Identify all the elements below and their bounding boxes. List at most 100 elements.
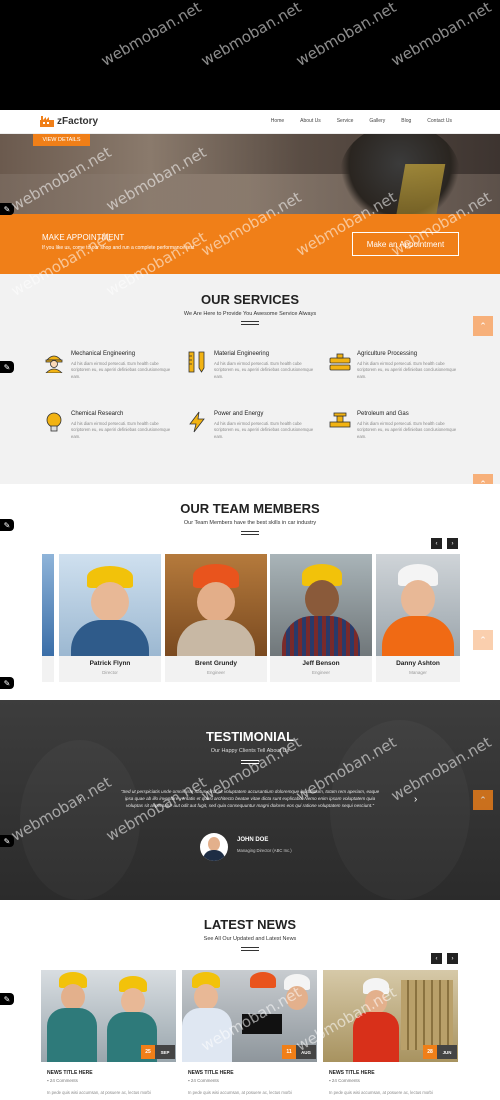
news-comments: ▪ 24 Comments: [329, 1078, 360, 1083]
section-divider: [241, 947, 259, 951]
testimonial-prev-icon[interactable]: ‹: [79, 794, 82, 805]
news-subtitle: See All Our Updated and Latest News: [203, 936, 297, 942]
news-image: 11 AUG: [182, 970, 317, 1062]
news-excerpt: In pede quis wisi accumsan, at posuere a…: [188, 1090, 292, 1095]
member-role: Engineer: [311, 670, 330, 675]
news-date-badge: 25 SEP: [141, 1045, 175, 1059]
navbar: zFactory Home About Us Service Gallery B…: [0, 110, 500, 134]
news-comments: ▪ 24 Comments: [47, 1078, 78, 1083]
section-divider: [241, 531, 259, 535]
service-text: Ad his diam eirmod persecuti. Eum health…: [71, 361, 171, 379]
news-title: LATEST NEWS: [203, 917, 297, 932]
team-member-partial: [42, 554, 54, 656]
edit-icon[interactable]: ✎: [0, 993, 14, 1005]
ruler-pencil-icon: [188, 351, 205, 373]
service-text: Ad his diam eirmod persecuti. Eum health…: [214, 361, 314, 379]
testimonial-subtitle: Our Happy Clients Tell About Us: [210, 748, 290, 754]
member-role: Manager: [409, 670, 427, 675]
team-member-card[interactable]: Danny Ashton Manager: [376, 554, 460, 682]
prev-arrow-icon[interactable]: ‹: [431, 538, 442, 549]
team-member-card[interactable]: Brent Grundy Engineer: [165, 554, 267, 682]
member-name: Patrick Flynn: [89, 660, 131, 667]
service-text: Ad his diam eirmod persecuti. Eum health…: [71, 421, 171, 439]
news-image: 28 JUN: [323, 970, 458, 1062]
edit-icon[interactable]: ✎: [0, 677, 14, 689]
comment-icon: ▪: [329, 1078, 331, 1083]
news-comments: ▪ 24 Comments: [188, 1078, 219, 1083]
reviewer-avatar: [200, 833, 228, 861]
news-carousel-arrows: ‹ ›: [431, 953, 458, 964]
worker-icon: [45, 355, 63, 373]
next-arrow-icon[interactable]: ›: [447, 538, 458, 549]
news-card[interactable]: 25 SEP NEWS TITLE HERE ▪ 24 Comments In p…: [41, 970, 176, 1095]
member-photo: [270, 554, 372, 656]
nav-item-about[interactable]: About Us: [300, 118, 321, 124]
news-card[interactable]: 28 JUN NEWS TITLE HERE ▪ 24 Comments In p…: [323, 970, 458, 1095]
member-name: Jeff Benson: [302, 660, 340, 667]
member-role: Engineer: [206, 670, 225, 675]
next-arrow-icon[interactable]: ›: [447, 953, 458, 964]
section-divider: [241, 321, 259, 325]
make-appointment-button[interactable]: Make an Appointment: [352, 232, 459, 256]
nav-item-blog[interactable]: Blog: [401, 118, 411, 124]
service-title: Chemical Research: [71, 411, 124, 417]
news-excerpt: In pede quis wisi accumsan, at posuere a…: [47, 1090, 151, 1095]
service-title: Petroleum and Gas: [357, 411, 409, 417]
nav-item-gallery[interactable]: Gallery: [369, 118, 385, 124]
scroll-up-icon[interactable]: ⌃: [473, 630, 493, 650]
edit-icon[interactable]: ✎: [0, 361, 14, 373]
team-member-card[interactable]: Jeff Benson Engineer: [270, 554, 372, 682]
member-name: Brent Grundy: [195, 660, 237, 667]
nav-item-service[interactable]: Service: [337, 118, 354, 124]
edit-icon[interactable]: ✎: [0, 203, 14, 215]
testimonial-next-icon[interactable]: ›: [414, 794, 417, 805]
brand-name: zFactory: [57, 115, 99, 127]
news-item-title[interactable]: NEWS TITLE HERE: [329, 1070, 375, 1076]
service-text: Ad his diam eirmod persecuti. Eum health…: [214, 421, 314, 439]
appointment-title: MAKE APPOINTMENT: [42, 233, 125, 242]
factory-pipes-icon: [329, 353, 351, 371]
team-member-card[interactable]: Patrick Flynn Director: [59, 554, 161, 682]
news-card[interactable]: 11 AUG NEWS TITLE HERE ▪ 24 Comments In p…: [182, 970, 317, 1095]
nav-item-home[interactable]: Home: [271, 118, 284, 124]
member-name: Danny Ashton: [396, 660, 440, 667]
services-title: OUR SERVICES: [200, 292, 299, 307]
service-text: Ad his diam eirmod persecuti. Eum health…: [357, 361, 457, 379]
comment-icon: ▪: [188, 1078, 190, 1083]
edit-icon[interactable]: ✎: [0, 519, 14, 531]
lightning-icon: [189, 411, 205, 433]
lightbulb-icon: [46, 412, 62, 432]
testimonial-quote: "Sed ut perspiciatis unde omnis iste nat…: [120, 789, 380, 809]
appointment-subtitle: If you like us, come to our shop and run…: [42, 245, 195, 251]
prev-arrow-icon[interactable]: ‹: [431, 953, 442, 964]
news-image: 25 SEP: [41, 970, 176, 1062]
nav-item-contact[interactable]: Contact Us: [427, 118, 452, 124]
edit-icon[interactable]: ✎: [0, 835, 14, 847]
reviewer-name: JOHN DOE: [237, 837, 269, 843]
comment-icon: ▪: [47, 1078, 49, 1083]
scroll-up-icon[interactable]: ⌃: [473, 316, 493, 336]
member-role: Director: [102, 670, 118, 675]
valve-icon: [329, 412, 351, 428]
member-photo: [165, 554, 267, 656]
reviewer-role: Managing Director (ABC Inc.): [237, 848, 292, 853]
service-title: Power and Energy: [214, 411, 264, 417]
news-date-badge: 28 JUN: [423, 1045, 457, 1059]
logo[interactable]: zFactory: [40, 115, 98, 127]
hero-banner: [0, 134, 500, 214]
service-title: Mechanical Engineering: [71, 351, 136, 357]
news-item-title[interactable]: NEWS TITLE HERE: [188, 1070, 234, 1076]
scroll-up-icon[interactable]: ⌃: [473, 790, 493, 810]
news-date-badge: 11 AUG: [282, 1045, 316, 1059]
section-divider: [241, 760, 259, 764]
team-carousel-arrows: ‹ ›: [431, 538, 458, 549]
view-details-button[interactable]: VIEW DETAILS: [33, 134, 90, 146]
news-item-title[interactable]: NEWS TITLE HERE: [47, 1070, 93, 1076]
top-black-bar: [0, 0, 500, 110]
nav-menu: Home About Us Service Gallery Blog Conta…: [271, 118, 452, 124]
service-title: Material Engineering: [214, 351, 270, 357]
member-photo: [376, 554, 460, 656]
member-photo: [59, 554, 161, 656]
testimonial-title: TESTIMONIAL: [205, 729, 295, 744]
service-text: Ad his diam eirmod persecuti. Eum health…: [357, 421, 457, 439]
